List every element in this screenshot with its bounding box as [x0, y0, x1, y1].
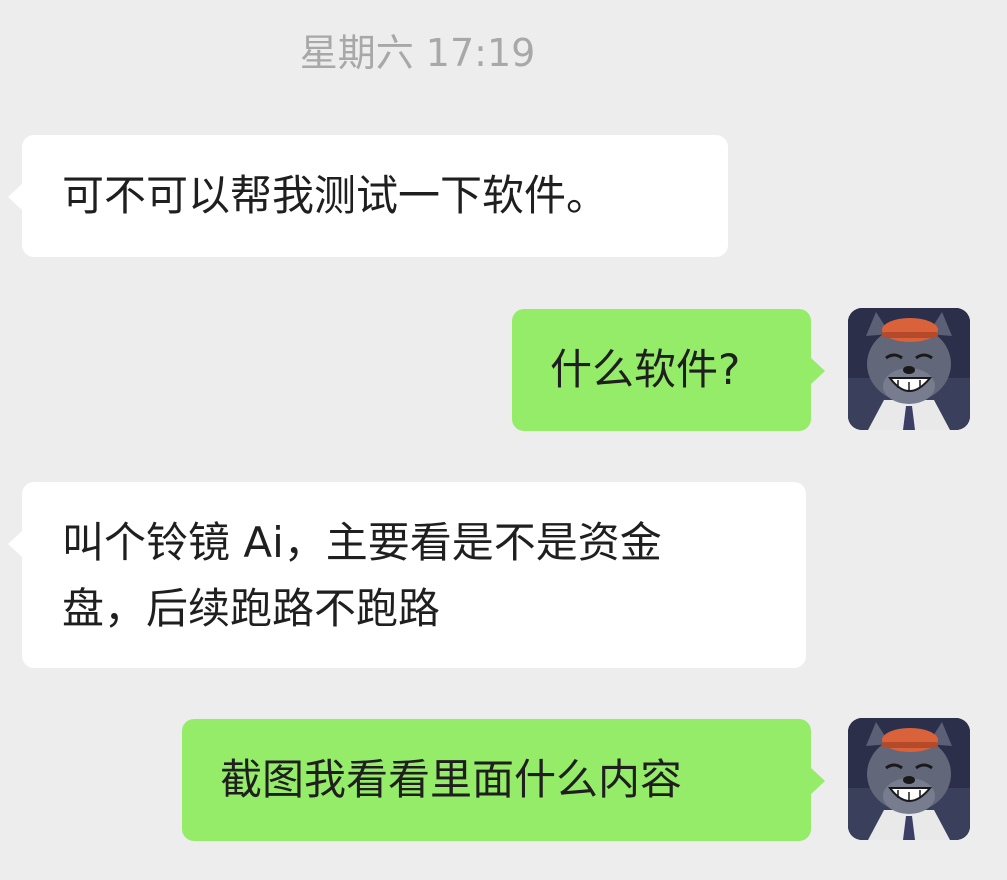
message-text: 什么软件?	[550, 345, 741, 394]
message-bubble-outgoing[interactable]: 截图我看看里面什么内容	[182, 719, 825, 841]
user-avatar[interactable]	[848, 308, 970, 430]
message-text: 可不可以帮我测试一下软件。	[62, 171, 609, 220]
message-bubble-incoming[interactable]: 叫个铃镜 Ai，主要看是不是资金 盘，后续跑路不跑路	[8, 482, 806, 668]
user-avatar[interactable]	[848, 718, 970, 840]
cartoon-wolf-avatar-icon	[848, 308, 970, 430]
message-text: 截图我看看里面什么内容	[220, 755, 683, 804]
message-text: 叫个铃镜 Ai，主要看是不是资金 盘，后续跑路不跑路	[62, 518, 662, 633]
message-bubble-outgoing[interactable]: 什么软件?	[512, 309, 825, 431]
chat-timestamp: 星期六 17:19	[299, 31, 536, 75]
message-bubble-incoming[interactable]: 可不可以帮我测试一下软件。	[8, 135, 728, 257]
cartoon-wolf-avatar-icon	[848, 718, 970, 840]
